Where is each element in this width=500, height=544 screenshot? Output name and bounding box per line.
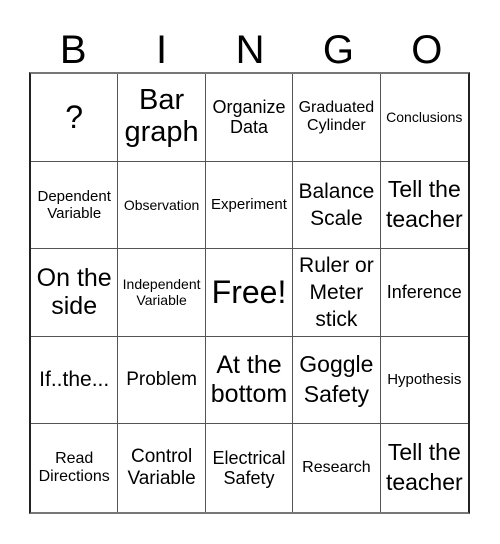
bingo-cell[interactable]: Research bbox=[293, 424, 381, 512]
bingo-cell[interactable]: Tell the teacher bbox=[380, 162, 468, 250]
bingo-cell[interactable]: Dependent Variable bbox=[31, 161, 119, 250]
bingo-cell[interactable]: Electrical Safety bbox=[206, 424, 294, 512]
bingo-cell[interactable]: If..the... bbox=[31, 336, 119, 425]
header-letter-i: I bbox=[156, 28, 168, 72]
bingo-cell[interactable]: Experiment bbox=[205, 161, 294, 250]
bingo-cell[interactable]: ? bbox=[31, 74, 119, 162]
bingo-cell[interactable]: At the bottom bbox=[205, 336, 294, 425]
bingo-cell[interactable]: Conclusions bbox=[380, 74, 468, 162]
header-letter-b: B bbox=[59, 28, 87, 72]
free-space[interactable]: Free! bbox=[205, 249, 294, 337]
bingo-cell[interactable]: Graduated Cylinder bbox=[293, 74, 381, 162]
bingo-cell[interactable]: Balance Scale bbox=[293, 161, 381, 250]
bingo-cell[interactable]: Ruler or Meter stick bbox=[293, 249, 381, 337]
bingo-cell[interactable]: Organize Data bbox=[205, 74, 294, 162]
bingo-cell[interactable]: Read Directions bbox=[31, 424, 119, 512]
bingo-cell[interactable]: Bar graph bbox=[118, 74, 206, 162]
header-letter-g: G bbox=[322, 28, 354, 72]
bingo-cell[interactable]: Independent Variable bbox=[118, 249, 206, 337]
bingo-cell[interactable]: Control Variable bbox=[118, 424, 206, 512]
header-letter-o: O bbox=[411, 28, 443, 72]
bingo-cell[interactable]: Hypothesis bbox=[380, 337, 468, 425]
bingo-cell[interactable]: Problem bbox=[118, 336, 206, 425]
bingo-cell[interactable]: Tell the teacher bbox=[381, 424, 468, 512]
bingo-card: ? Bar graph Organize Data Graduated Cyli… bbox=[29, 72, 470, 514]
bingo-cell[interactable]: Observation bbox=[118, 161, 206, 250]
bingo-cell[interactable]: Inference bbox=[380, 249, 468, 337]
header-letter-n: N bbox=[235, 28, 265, 72]
bingo-cell[interactable]: Goggle Safety bbox=[293, 336, 381, 425]
bingo-header: B I N G O bbox=[29, 28, 471, 72]
bingo-cell[interactable]: On the side bbox=[31, 249, 119, 337]
